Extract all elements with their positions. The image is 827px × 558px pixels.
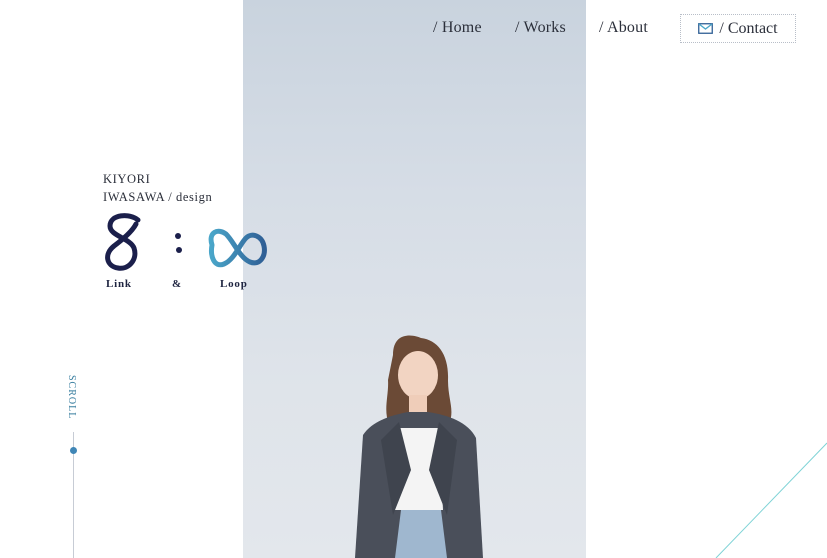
nav-home-link[interactable]: / Home (433, 19, 482, 37)
brand-name: KIYORI IWASAWA / design (103, 170, 212, 206)
logo-mark (105, 213, 267, 271)
scroll-dot (70, 447, 77, 454)
mail-icon (698, 23, 714, 34)
contact-button[interactable]: / Contact (680, 14, 796, 43)
eight-glyph (105, 213, 141, 271)
logo-caption-ampersand: & (172, 278, 182, 290)
contact-label: / Contact (719, 19, 778, 37)
colon-dot-top (175, 233, 181, 239)
hero-photo (243, 0, 586, 558)
logo-caption-loop: Loop (220, 278, 248, 290)
brand-last-name: IWASAWA / design (103, 190, 213, 204)
nav-works-link[interactable]: / Works (515, 19, 566, 37)
scroll-indicator-label: SCROLL (66, 375, 77, 420)
infinity-glyph (208, 228, 267, 268)
logo-caption-link: Link (106, 278, 132, 290)
colon-dot-bottom (176, 247, 182, 253)
person-illustration (355, 335, 483, 558)
nav-about-link[interactable]: / About (599, 19, 648, 37)
brand-first-name: KIYORI (103, 172, 151, 186)
